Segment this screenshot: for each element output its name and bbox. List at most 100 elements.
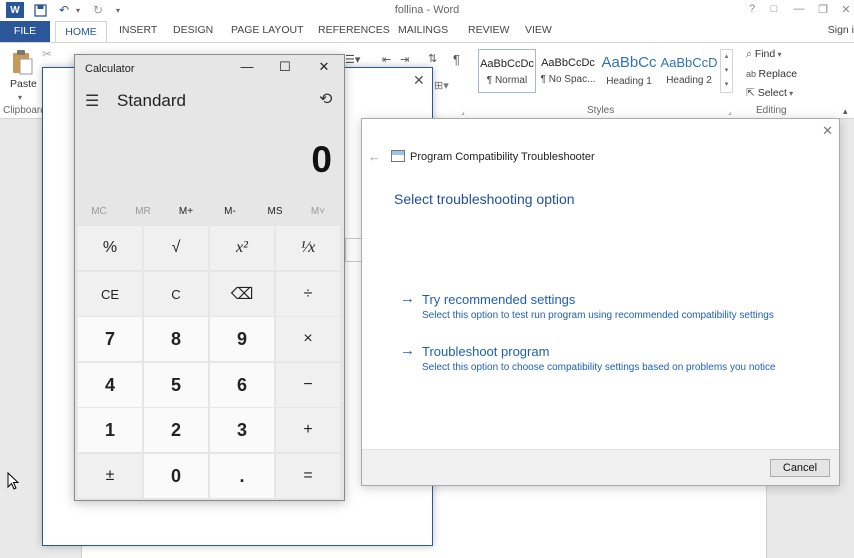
- style-sample: AaBbCcD: [660, 55, 718, 70]
- paste-button-label[interactable]: Paste: [10, 78, 37, 90]
- tab-page-layout[interactable]: PAGE LAYOUT: [231, 24, 304, 36]
- add-key[interactable]: +: [276, 408, 340, 452]
- digit-5-key[interactable]: 5: [144, 363, 208, 407]
- paste-dropdown-icon[interactable]: ▾: [18, 93, 22, 102]
- select-label: Select: [757, 87, 787, 99]
- memory-clear-button[interactable]: MC: [79, 206, 119, 217]
- calc-minimize-button[interactable]: —: [236, 59, 258, 77]
- select-cursor-icon: ⇱: [746, 87, 758, 99]
- style-normal[interactable]: AaBbCcDc ¶ Normal: [478, 49, 536, 93]
- troubleshooter-close-icon[interactable]: ✕: [822, 123, 833, 139]
- select-button[interactable]: ⇱ Select ▾: [746, 87, 793, 99]
- paragraph-dialog-launcher-icon[interactable]: ⌟: [461, 107, 465, 116]
- select-dropdown-icon: ▾: [786, 89, 794, 98]
- memory-list-button[interactable]: M˅: [298, 206, 338, 217]
- background-dialog-close-icon[interactable]: ✕: [413, 72, 425, 89]
- style-heading-1[interactable]: AaBbCc Heading 1: [600, 49, 658, 93]
- memory-store-button[interactable]: MS: [255, 206, 295, 217]
- list-dropdown-icon[interactable]: ☰▾: [345, 53, 360, 66]
- memory-recall-button[interactable]: MR: [123, 206, 163, 217]
- cancel-button[interactable]: Cancel: [770, 459, 830, 477]
- mouse-pointer-icon: [7, 471, 20, 493]
- binoculars-icon: ⌕: [746, 48, 755, 60]
- sort-icon[interactable]: ⇅: [428, 52, 437, 65]
- equals-key[interactable]: =: [276, 454, 340, 498]
- tab-insert[interactable]: INSERT: [119, 24, 157, 36]
- styles-group-label: Styles: [587, 105, 615, 116]
- style-no-spacing[interactable]: AaBbCcDc ¶ No Spac...: [539, 49, 597, 93]
- style-heading-2[interactable]: AaBbCcD Heading 2: [660, 49, 718, 93]
- clear-entry-key[interactable]: CE: [78, 272, 142, 316]
- multiply-key[interactable]: ×: [276, 317, 340, 361]
- decrease-indent-icon[interactable]: ⇤: [382, 53, 391, 66]
- ribbon-display-options-button[interactable]: □: [766, 3, 782, 17]
- style-name: Heading 2: [666, 75, 712, 86]
- replace-icon: ab: [746, 69, 759, 79]
- subtract-key[interactable]: −: [276, 363, 340, 407]
- borders-icon[interactable]: ⊞▾: [434, 79, 449, 92]
- hamburger-menu-icon[interactable]: ☰: [85, 91, 99, 111]
- digit-1-key[interactable]: 1: [78, 408, 142, 452]
- option-title[interactable]: Try recommended settings: [422, 292, 575, 307]
- increase-indent-icon[interactable]: ⇥: [400, 53, 409, 66]
- calculator-title: Calculator: [85, 63, 135, 75]
- style-sample: AaBbCc: [601, 54, 657, 71]
- clear-key[interactable]: C: [144, 272, 208, 316]
- option-title[interactable]: Troubleshoot program: [422, 344, 549, 359]
- arrow-right-icon: →: [400, 342, 415, 359]
- history-icon[interactable]: ⟲: [319, 89, 332, 109]
- negate-key[interactable]: ±: [78, 454, 142, 498]
- replace-label: Replace: [758, 68, 798, 80]
- calc-close-button[interactable]: ✕: [313, 59, 335, 77]
- digit-0-key[interactable]: 0: [144, 454, 208, 498]
- digit-8-key[interactable]: 8: [144, 317, 208, 361]
- find-dropdown-icon: ▾: [775, 50, 782, 59]
- paste-icon[interactable]: [10, 49, 34, 75]
- tab-review[interactable]: REVIEW: [468, 24, 509, 36]
- troubleshooter-app-icon: [391, 150, 405, 162]
- decimal-key[interactable]: .: [210, 454, 274, 498]
- collapse-ribbon-icon[interactable]: ▴: [843, 106, 848, 117]
- arrow-right-icon: →: [400, 290, 415, 307]
- square-root-key[interactable]: √: [144, 226, 208, 270]
- option-description: Select this option to test run program u…: [422, 310, 774, 321]
- option-description: Select this option to choose compatibili…: [422, 362, 776, 373]
- tab-home[interactable]: HOME: [55, 21, 107, 43]
- memory-subtract-button[interactable]: M-: [210, 206, 250, 217]
- digit-4-key[interactable]: 4: [78, 363, 142, 407]
- divide-key[interactable]: ÷: [276, 272, 340, 316]
- restore-button[interactable]: ❐: [815, 3, 831, 17]
- troubleshooter-title: Program Compatibility Troubleshooter: [410, 151, 595, 163]
- help-button[interactable]: ?: [744, 3, 760, 17]
- tab-mailings[interactable]: MAILINGS: [398, 24, 448, 36]
- digit-7-key[interactable]: 7: [78, 317, 142, 361]
- styles-scroll[interactable]: ▴ ▾ ▾: [720, 49, 733, 93]
- calc-maximize-button[interactable]: ☐: [274, 59, 296, 77]
- replace-button[interactable]: ab Replace: [746, 68, 797, 80]
- reciprocal-key[interactable]: ¹⁄x: [276, 226, 340, 270]
- minimize-button[interactable]: —: [791, 3, 807, 17]
- style-name: ¶ No Spac...: [540, 74, 596, 85]
- memory-add-button[interactable]: M+: [166, 206, 206, 217]
- digit-6-key[interactable]: 6: [210, 363, 274, 407]
- digit-2-key[interactable]: 2: [144, 408, 208, 452]
- style-name: Heading 1: [606, 76, 652, 87]
- percent-key[interactable]: %: [78, 226, 142, 270]
- backspace-key[interactable]: ⌫: [210, 272, 274, 316]
- tab-design[interactable]: DESIGN: [173, 24, 213, 36]
- style-name: ¶ Normal: [486, 75, 528, 86]
- close-button[interactable]: ✕: [838, 3, 854, 17]
- digit-3-key[interactable]: 3: [210, 408, 274, 452]
- show-formatting-icon[interactable]: ¶: [453, 52, 460, 67]
- cut-icon[interactable]: ✂: [42, 47, 52, 61]
- square-key[interactable]: x²: [210, 226, 274, 270]
- digit-9-key[interactable]: 9: [210, 317, 274, 361]
- find-label: Find: [754, 48, 776, 60]
- styles-dialog-launcher-icon[interactable]: ⌟: [728, 107, 732, 116]
- find-button[interactable]: ⌕ Find ▾: [746, 48, 782, 61]
- sign-in-link[interactable]: Sign i: [828, 24, 854, 36]
- tab-references[interactable]: REFERENCES: [318, 24, 390, 36]
- tab-file[interactable]: FILE: [0, 21, 50, 42]
- tab-view[interactable]: VIEW: [525, 24, 552, 36]
- back-arrow-icon[interactable]: ←: [368, 149, 381, 164]
